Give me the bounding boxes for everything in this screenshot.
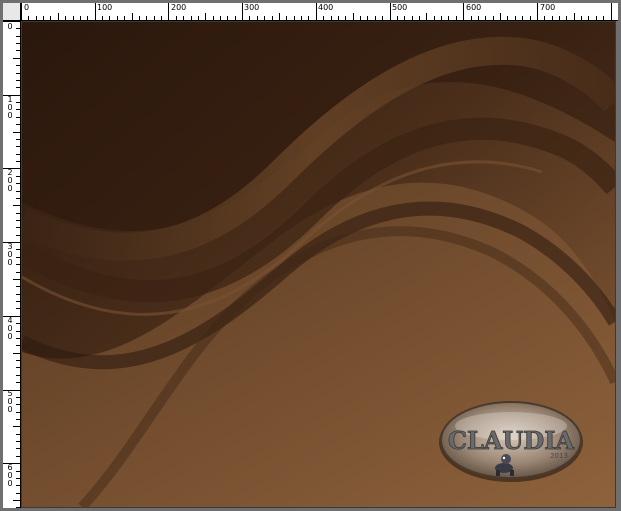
- vruler-label-400: 400: [7, 316, 13, 341]
- hruler-label-500: 500: [392, 3, 408, 12]
- vruler-label-200: 200: [7, 168, 13, 193]
- hruler-label-100: 100: [97, 3, 113, 12]
- watermark-text: CLAUDIA: [448, 426, 575, 455]
- image-canvas[interactable]: CLAUDIA 2013: [21, 21, 616, 508]
- brown-wave-artwork: CLAUDIA 2013: [22, 22, 615, 507]
- hruler-label-300: 300: [244, 3, 260, 12]
- vertical-ruler: 0 100 200 300 400 500 600: [3, 21, 21, 508]
- watermark-subtext: 2013: [550, 452, 568, 460]
- ruler-corner: [3, 3, 21, 21]
- vruler-label-300: 300: [7, 242, 13, 267]
- vruler-label-100: 100: [7, 95, 13, 120]
- hruler-label-600: 600: [466, 3, 482, 12]
- hruler-label-0: 0: [24, 3, 30, 12]
- hruler-label-200: 200: [171, 3, 187, 12]
- horizontal-ruler: 0 100 200 300 400 500 600 700: [21, 3, 618, 21]
- vruler-label-600: 600: [7, 463, 13, 488]
- image-window: 0 100 200 300 400 500 600 700 0 100 200 …: [0, 0, 621, 511]
- vruler-label-0: 0: [7, 22, 13, 31]
- watermark-oval: CLAUDIA 2013: [439, 401, 583, 482]
- hruler-label-400: 400: [318, 3, 334, 12]
- hruler-label-700: 700: [540, 3, 556, 12]
- vruler-label-500: 500: [7, 389, 13, 414]
